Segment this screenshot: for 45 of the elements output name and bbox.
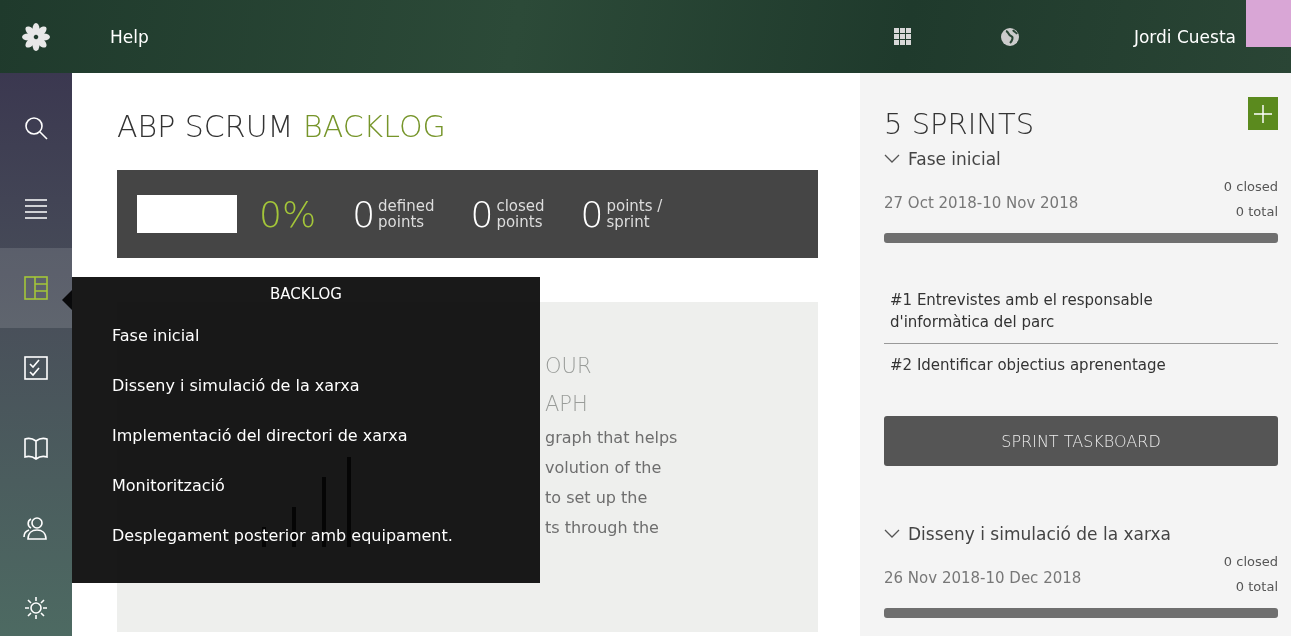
sprints-title: 5 SPRINTS: [884, 107, 1035, 141]
sprint-dates: 27 Oct 2018-10 Nov 2018: [884, 194, 1079, 212]
story-link[interactable]: #2 Identificar objectius aprenentage: [884, 344, 1226, 386]
menu-item[interactable]: Fase inicial: [112, 323, 540, 347]
story-link[interactable]: #1 Entrevistes amb el responsable d'informàtica del parc: [884, 279, 1226, 343]
search-icon: [23, 115, 49, 141]
total-count: 0 total: [1235, 579, 1278, 594]
percent-value: 0%: [259, 193, 317, 235]
stat-label: closed points: [496, 198, 545, 230]
help-link[interactable]: Help: [110, 26, 149, 47]
menu-item[interactable]: Monitorització: [112, 473, 540, 497]
chevron-down-icon: [884, 154, 900, 164]
page-title: ABP SCRUM BACKLOG: [117, 109, 447, 144]
card-text: to set up the: [545, 487, 649, 509]
menu-item[interactable]: Implementació del directori de xarxa: [112, 423, 540, 447]
card-text: graph that helps: [545, 427, 678, 449]
menu-item[interactable]: Desplegament posterior amb equipament.: [112, 523, 540, 547]
add-button[interactable]: [1248, 97, 1278, 130]
closed-count: 0 closed: [1223, 554, 1278, 569]
menu-title: BACKLOG: [270, 285, 342, 303]
menu-item[interactable]: Disseny i simulació de la xarxa: [112, 373, 540, 397]
taskboard-button[interactable]: SPRINT TASKBOARD: [884, 416, 1278, 466]
book-icon: [23, 435, 49, 461]
total-count: 0 total: [1235, 204, 1278, 219]
checklist-icon: [23, 355, 49, 381]
sprint-toggle[interactable]: Disseny i simulació de la xarxa: [884, 524, 1278, 544]
sprint-dates: 26 Nov 2018-10 Dec 2018: [884, 569, 1082, 587]
chevron-down-icon: [884, 529, 900, 539]
card-heading: APH: [545, 391, 589, 418]
user-name[interactable]: Jordi Cuesta: [1133, 26, 1236, 47]
stat-value: 0: [580, 193, 604, 235]
plus-icon: [1254, 103, 1272, 124]
stat-value: 0: [352, 193, 376, 235]
card-heading: OUR: [545, 353, 593, 380]
panels-icon: [23, 275, 49, 301]
globe-icon[interactable]: [999, 26, 1020, 47]
stat-value: 0: [470, 193, 494, 235]
closed-count: 0 closed: [1223, 179, 1278, 194]
card-text: volution of the: [545, 457, 663, 479]
card-text: ts through the: [545, 517, 660, 539]
stat-label: defined points: [378, 198, 435, 230]
sprint-toggle[interactable]: Fase inicial: [884, 149, 1278, 169]
grid-icon[interactable]: [893, 27, 912, 46]
users-icon: [23, 515, 49, 541]
stat-label: points / sprint: [606, 198, 663, 230]
